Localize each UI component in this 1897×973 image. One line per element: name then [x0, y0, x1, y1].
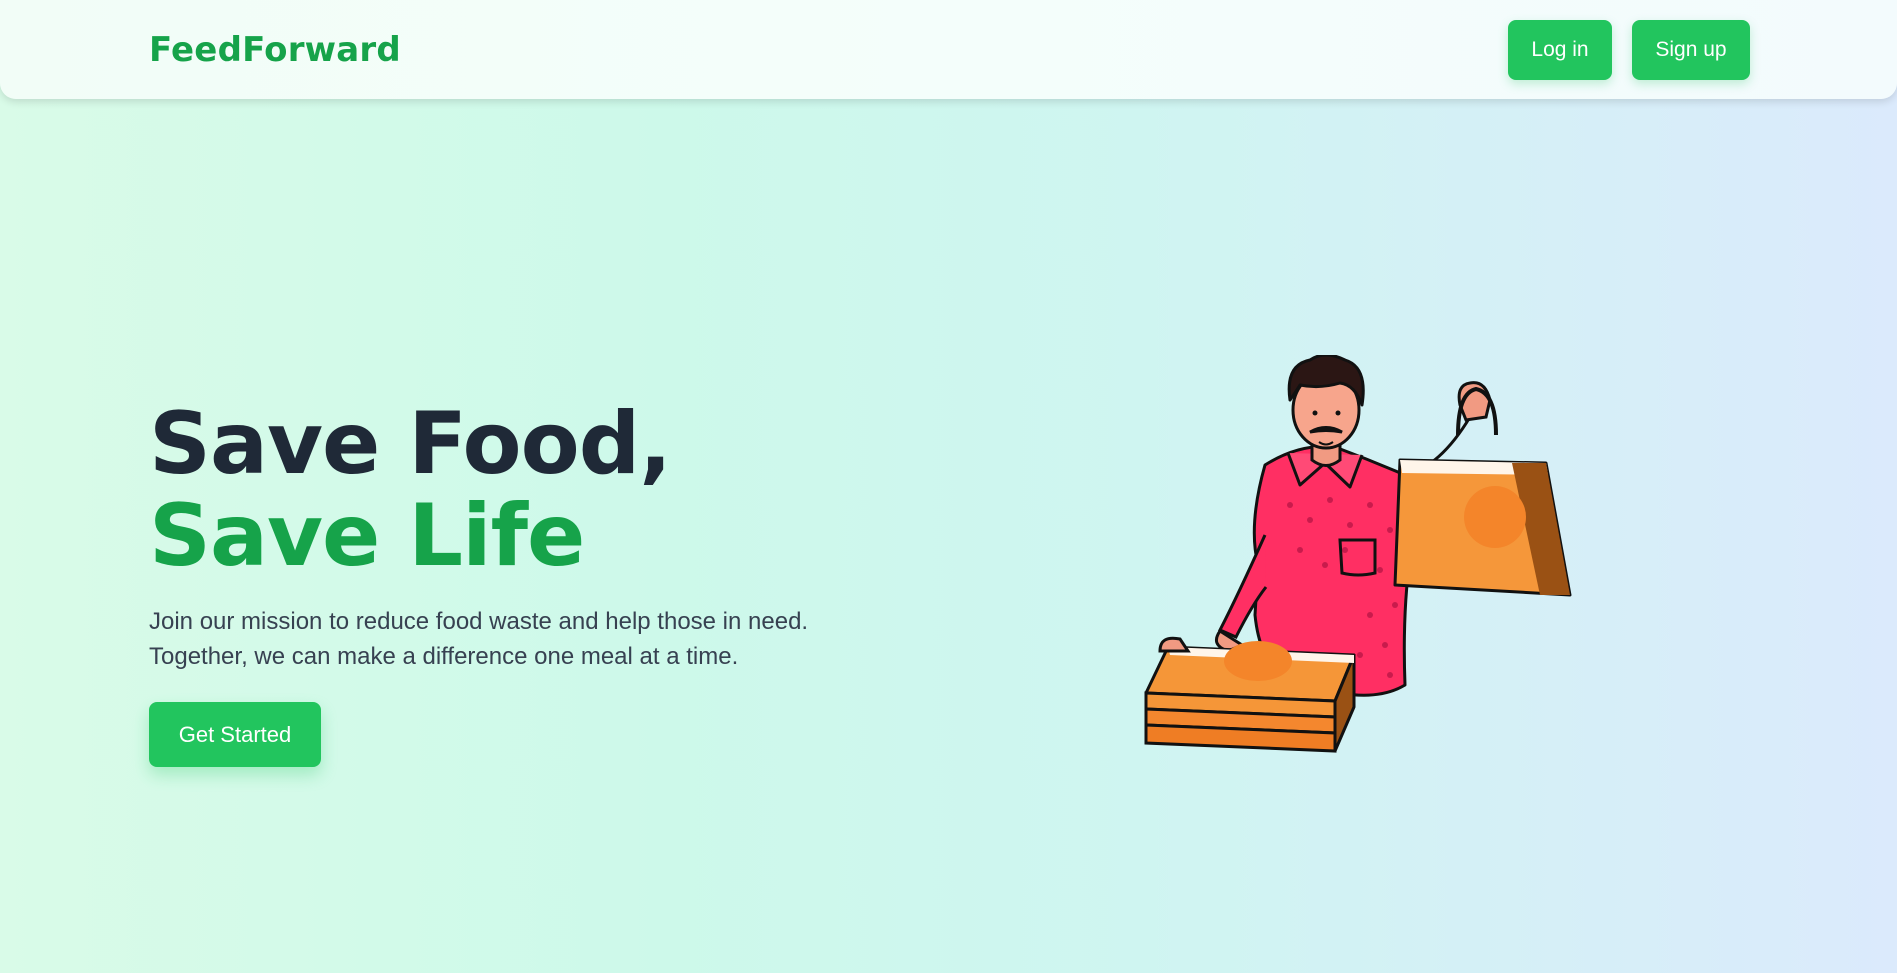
get-started-button[interactable]: Get Started: [149, 702, 321, 767]
delivery-person-illustration: [1144, 355, 1572, 753]
hero-description-line2: Together, we can make a difference one m…: [149, 643, 739, 670]
signup-button[interactable]: Sign up: [1632, 20, 1750, 80]
hero-description-line1: Join our mission to reduce food waste an…: [149, 608, 809, 635]
hero-title-line1: Save Food,: [149, 394, 672, 494]
brand-logo[interactable]: FeedForward: [149, 30, 401, 70]
hero-title: Save Food, Save Life: [149, 394, 672, 586]
login-button[interactable]: Log in: [1508, 20, 1612, 80]
hero-description: Join our mission to reduce food waste an…: [149, 604, 808, 674]
hero-title-line2: Save Life: [149, 486, 585, 586]
navbar: FeedForward Log in Sign up: [0, 0, 1897, 99]
